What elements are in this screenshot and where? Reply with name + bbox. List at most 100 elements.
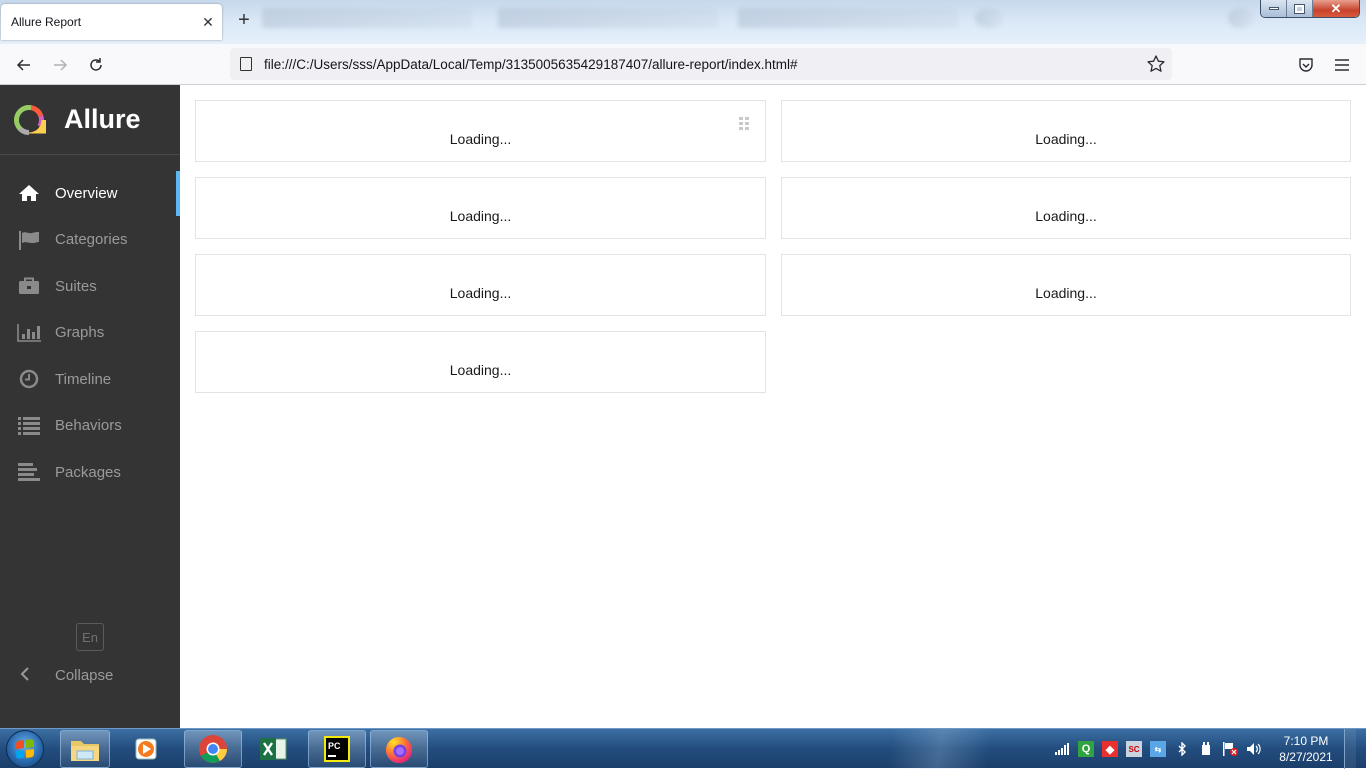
q-icon[interactable]: Q (1078, 741, 1094, 757)
loading-text: Loading... (1035, 131, 1097, 147)
sidebar-item-suites[interactable]: Suites (0, 263, 180, 310)
restore-icon (1294, 3, 1305, 14)
sidebar-item-label: Graphs (55, 324, 105, 342)
sidebar-item-label: Overview (55, 184, 118, 202)
folder-icon (71, 741, 99, 761)
action-center-icon[interactable] (1222, 741, 1238, 757)
loading-text: Loading... (449, 362, 512, 378)
allure-app: Allure Overview Categories Suites Graphs… (0, 85, 1366, 728)
network-app-icon[interactable]: ⇆ (1150, 741, 1166, 757)
close-window-icon: ✕ (1330, 0, 1342, 16)
sidebar-item-label: Packages (55, 463, 121, 481)
sidebar-item-label: Timeline (55, 370, 112, 388)
reload-icon (90, 58, 102, 71)
background-tab[interactable] (262, 8, 472, 28)
back-button[interactable] (12, 53, 36, 77)
loading-text: Loading... (1035, 285, 1097, 301)
active-tab[interactable]: Allure Report ✕ (1, 4, 222, 40)
widget: Loading... (195, 177, 766, 239)
plus-icon[interactable]: + (234, 10, 254, 31)
firefox-icon (386, 737, 412, 763)
widget: Loading... (781, 177, 1351, 239)
sidebar-item-label: Behaviors (55, 417, 122, 435)
star-icon[interactable] (1146, 54, 1166, 74)
taskbar-media-player[interactable] (122, 730, 172, 768)
sidebar-item-timeline[interactable]: Timeline (0, 356, 180, 403)
collapse-label: Collapse (55, 666, 114, 684)
home-icon (17, 183, 41, 203)
power-icon[interactable] (1198, 741, 1214, 757)
loading-text: Loading... (449, 285, 512, 301)
red-app-icon[interactable]: ◆ (1102, 741, 1118, 757)
overview-content: Loading... Loading... Loading... Loading… (180, 85, 1366, 728)
browser-tab-strip: Allure Report ✕ + ✕ (0, 0, 1366, 44)
briefcase-icon (17, 276, 41, 296)
drag-handle-icon[interactable] (739, 117, 749, 130)
sidebar-menu: Overview Categories Suites Graphs Timeli… (0, 170, 180, 496)
widget: Loading... (195, 331, 766, 393)
tab-title: Allure Report (11, 15, 82, 29)
allure-logo-icon (13, 104, 46, 135)
loading-text: Loading... (1035, 208, 1097, 224)
browser-toolbar: file:///C:/Users/sss/AppData/Local/Temp/… (0, 44, 1366, 85)
clock[interactable]: 7:10 PM 8/27/2021 (1276, 733, 1336, 765)
pocket-icon (1299, 58, 1313, 72)
taskbar-firefox[interactable] (370, 730, 428, 768)
background-tab-icon (1228, 8, 1254, 28)
brand-name: Allure (64, 104, 141, 134)
clock-time: 7:10 PM (1283, 734, 1329, 748)
bluetooth-icon[interactable] (1174, 741, 1190, 757)
pycharm-icon: PC (324, 736, 350, 762)
app-menu-button[interactable] (1331, 54, 1353, 76)
align-left-icon (17, 462, 41, 482)
taskbar: PC Q ◆ SC ⇆ 7:10 PM 8/27/2021 (0, 728, 1366, 769)
taskbar-excel[interactable] (248, 730, 298, 768)
flag-icon (17, 230, 41, 250)
clock-date: 8/27/2021 (1279, 750, 1333, 764)
loading-text: Loading... (449, 208, 512, 224)
minimize-button[interactable] (1261, 0, 1287, 17)
start-button[interactable] (6, 730, 44, 768)
taskbar-chrome[interactable] (184, 730, 242, 768)
media-player-icon (135, 738, 157, 760)
language-selector[interactable]: En (76, 623, 104, 651)
close-window-button[interactable]: ✕ (1313, 0, 1359, 17)
taskbar-file-explorer[interactable] (60, 730, 110, 768)
page-icon (240, 57, 252, 71)
sidebar-item-categories[interactable]: Categories (0, 217, 180, 264)
url-text[interactable]: file:///C:/Users/sss/AppData/Local/Temp/… (264, 57, 1146, 72)
volume-icon[interactable] (1246, 741, 1262, 757)
reload-button[interactable] (84, 53, 108, 77)
sc-icon[interactable]: SC (1126, 741, 1142, 757)
sidebar-item-overview[interactable]: Overview (0, 170, 180, 217)
sidebar-item-behaviors[interactable]: Behaviors (0, 403, 180, 450)
taskbar-pycharm[interactable]: PC (308, 730, 366, 768)
signal-icon[interactable] (1054, 741, 1070, 757)
forward-button[interactable] (48, 53, 72, 77)
widget: Loading... (781, 100, 1351, 162)
arrow-left-icon (16, 59, 30, 71)
collapse-button[interactable]: Collapse (0, 659, 180, 691)
background-tab[interactable] (498, 8, 718, 28)
bar-chart-icon (17, 323, 41, 343)
sidebar: Allure Overview Categories Suites Graphs… (0, 85, 180, 728)
show-desktop-button[interactable] (1344, 729, 1356, 769)
clock-icon (17, 369, 41, 389)
list-icon (17, 416, 41, 436)
background-tab-icon (975, 8, 1003, 28)
widget: Loading... (195, 254, 766, 316)
address-bar[interactable]: file:///C:/Users/sss/AppData/Local/Temp/… (230, 48, 1172, 80)
loading-text: Loading... (449, 131, 512, 147)
system-tray: Q ◆ SC ⇆ 7:10 PM 8/27/2021 (1054, 729, 1356, 769)
brand[interactable]: Allure (0, 85, 180, 155)
sidebar-item-label: Categories (55, 231, 128, 249)
pocket-button[interactable] (1295, 54, 1317, 76)
sidebar-item-packages[interactable]: Packages (0, 449, 180, 496)
sidebar-item-graphs[interactable]: Graphs (0, 310, 180, 357)
window-controls: ✕ (1260, 0, 1360, 18)
excel-icon (260, 738, 287, 760)
close-icon[interactable]: ✕ (194, 14, 222, 31)
restore-button[interactable] (1287, 0, 1313, 17)
hamburger-icon (1335, 59, 1349, 71)
background-tab[interactable] (738, 8, 958, 28)
